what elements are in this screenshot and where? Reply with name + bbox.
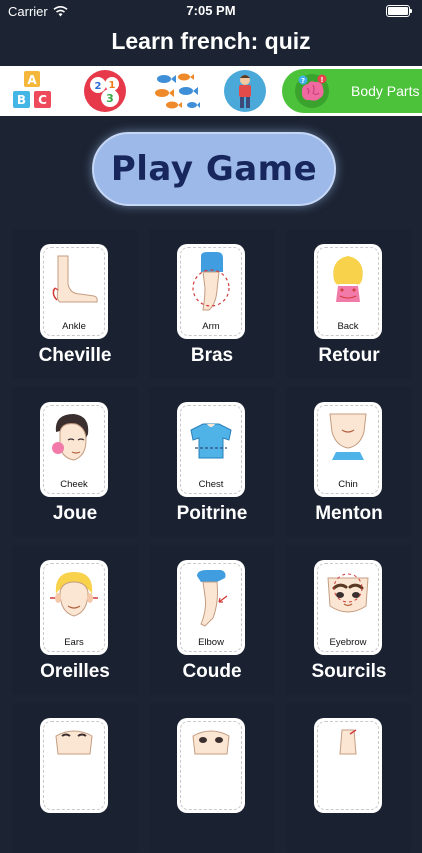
brain-icon: ? !: [295, 74, 329, 108]
face-icon: [192, 730, 230, 755]
card: Chin: [314, 402, 382, 497]
french-label: Retour: [318, 345, 380, 366]
numbers-icon[interactable]: 2 1 3: [83, 69, 127, 113]
french-label: Sourcils: [311, 661, 387, 682]
body-part-tile-elbow[interactable]: Elbow Coude: [149, 545, 275, 695]
svg-text:A: A: [27, 73, 37, 87]
body-part-tile-back[interactable]: Back Retour: [286, 229, 412, 379]
hand-icon: [339, 729, 357, 755]
eyebrow-icon: [327, 573, 369, 613]
card: Ankle: [40, 244, 108, 339]
svg-text:3: 3: [106, 92, 114, 105]
page-title: Learn french: quiz: [111, 28, 311, 54]
body-part-tile[interactable]: [149, 703, 275, 853]
elbow-icon: [197, 570, 228, 627]
body-part-tile-chest[interactable]: Chest Poitrine: [149, 387, 275, 537]
card: Cheek: [40, 402, 108, 497]
card: [40, 718, 108, 813]
english-label: Cheek: [60, 479, 88, 490]
category-body-parts[interactable]: ? ! Body Parts: [282, 69, 422, 113]
body-part-tile-cheek[interactable]: Cheek Joue: [12, 387, 138, 537]
card: Elbow: [177, 560, 245, 655]
english-label: Arm: [202, 321, 220, 332]
card: Chest: [177, 402, 245, 497]
french-label: Joue: [52, 503, 98, 524]
fish-icon[interactable]: [150, 69, 204, 113]
french-label: Poitrine: [176, 503, 248, 524]
face-icon: [55, 730, 93, 755]
chin-icon: [329, 413, 367, 460]
french-label: Menton: [315, 503, 383, 524]
back-icon: [333, 256, 363, 302]
french-label: Cheville: [38, 345, 112, 366]
svg-text:?: ?: [301, 77, 305, 85]
status-bar: Carrier 7:05 PM: [0, 0, 422, 22]
ankle-icon: [52, 255, 98, 303]
body-part-tile[interactable]: [12, 703, 138, 853]
body-part-tile-ears[interactable]: Ears Oreilles: [12, 545, 138, 695]
card: Ears: [40, 560, 108, 655]
body-part-tile-ankle[interactable]: Ankle Cheville: [12, 229, 138, 379]
english-label: Chin: [338, 479, 358, 490]
english-label: Elbow: [198, 637, 224, 648]
english-label: Back: [337, 321, 359, 332]
svg-text:2: 2: [95, 81, 102, 92]
english-label: Ears: [64, 637, 84, 648]
french-label: Coude: [182, 661, 242, 682]
svg-text:B: B: [17, 93, 26, 107]
english-label: Ankle: [62, 321, 86, 332]
french-label: Oreilles: [40, 661, 110, 682]
card: Arm: [177, 244, 245, 339]
card: [177, 718, 245, 813]
card: [314, 718, 382, 813]
chest-icon: [190, 423, 232, 459]
svg-text:C: C: [38, 93, 47, 107]
english-label: Eyebrow: [329, 637, 367, 648]
body-part-tile-arm[interactable]: Arm Bras: [149, 229, 275, 379]
category-strip[interactable]: A B C 2 1 3 ? ! Body Parts: [0, 66, 422, 116]
abc-blocks-icon[interactable]: A B C: [10, 69, 54, 113]
clock: 7:05 PM: [186, 3, 236, 18]
card: Back: [314, 244, 382, 339]
ears-icon: [50, 572, 98, 617]
arm-icon: [192, 252, 230, 311]
cheek-icon: [52, 414, 89, 461]
person-icon[interactable]: [223, 69, 267, 113]
play-game-button[interactable]: Play Game: [92, 132, 336, 206]
french-label: Bras: [190, 345, 234, 366]
body-part-tile[interactable]: [286, 703, 412, 853]
body-part-tile-eyebrow[interactable]: Eyebrow Sourcils: [286, 545, 412, 695]
battery-icon: [386, 5, 412, 17]
svg-text:!: !: [320, 76, 323, 84]
card: Eyebrow: [314, 560, 382, 655]
body-part-tile-chin[interactable]: Chin Menton: [286, 387, 412, 537]
english-label: Chest: [198, 479, 224, 490]
category-body-parts-label: Body Parts: [351, 83, 420, 99]
